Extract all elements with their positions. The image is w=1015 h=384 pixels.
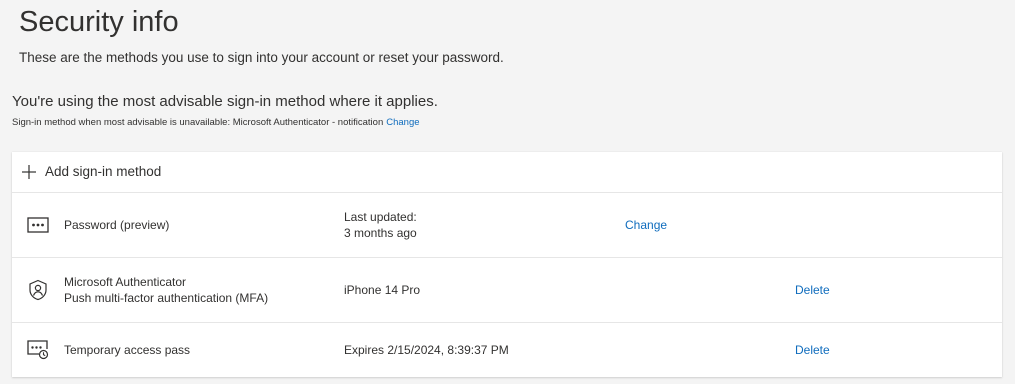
- method-name: Microsoft Authenticator: [64, 275, 187, 289]
- delete-authenticator-link[interactable]: Delete: [795, 282, 830, 298]
- method-row-password: Password (preview) Last updated: 3 month…: [12, 192, 1002, 258]
- change-password-link[interactable]: Change: [625, 217, 667, 233]
- method-name: Temporary access pass: [64, 343, 191, 357]
- method-device: iPhone 14 Pro: [344, 283, 421, 297]
- temporary-access-pass-icon: [27, 340, 49, 360]
- add-sign-in-method-label: Add sign-in method: [45, 164, 162, 179]
- method-description: Push multi-factor authentication (MFA): [64, 291, 269, 305]
- method-detail-value: 3 months ago: [344, 226, 417, 240]
- authenticator-icon: [29, 279, 47, 301]
- fallback-method-text: Sign-in method when most advisable is un…: [12, 117, 384, 128]
- fallback-method-note: Sign-in method when most advisable is un…: [12, 116, 420, 129]
- method-row-authenticator: Microsoft Authenticator Push multi-facto…: [12, 257, 1002, 323]
- page-subtitle: These are the methods you use to sign in…: [19, 50, 504, 65]
- method-detail-label: Last updated:: [344, 210, 417, 224]
- password-dots-icon: [27, 217, 49, 233]
- method-expiry: Expires 2/15/2024, 8:39:37 PM: [344, 343, 509, 357]
- plus-icon: [22, 165, 36, 179]
- method-row-temporary-access-pass: Temporary access pass Expires 2/15/2024,…: [12, 322, 1002, 377]
- advisable-method-heading: You're using the most advisable sign-in …: [12, 93, 438, 110]
- sign-in-methods-card: Add sign-in method Password (preview) La…: [12, 152, 1002, 377]
- add-sign-in-method-button[interactable]: Add sign-in method: [12, 152, 1002, 193]
- page-title: Security info: [19, 6, 179, 38]
- delete-temporary-access-pass-link[interactable]: Delete: [795, 342, 830, 358]
- method-name: Password (preview): [64, 218, 170, 232]
- change-fallback-method-link[interactable]: Change: [386, 117, 419, 128]
